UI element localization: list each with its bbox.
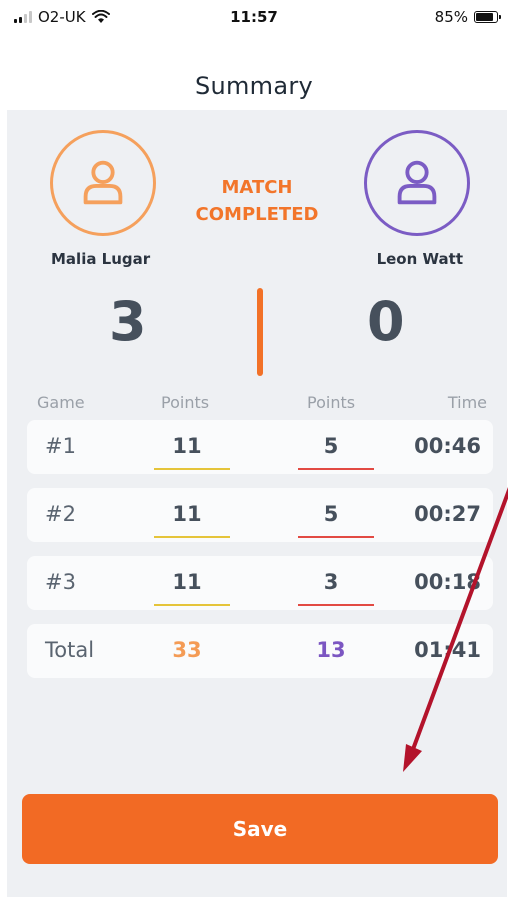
- player2-underline: [298, 468, 374, 470]
- header-p1-points: Points: [161, 393, 210, 412]
- player1-name: Malia Lugar: [51, 250, 151, 268]
- game-time: 00:46: [414, 434, 481, 458]
- table-row: #1 11 5 00:46: [27, 420, 493, 474]
- table-header: Game Points Points Time: [27, 393, 487, 415]
- game-time: 00:27: [414, 502, 481, 526]
- table-row: #3 11 3 00:18: [27, 556, 493, 610]
- header-game: Game: [37, 393, 85, 412]
- player2-name: Leon Watt: [376, 250, 463, 268]
- total-row: Total 33 13 01:41: [27, 624, 493, 678]
- save-button[interactable]: Save: [22, 794, 498, 864]
- header-p2-points: Points: [307, 393, 356, 412]
- player1-underline: [154, 604, 230, 606]
- match-status: MATCH COMPLETED: [187, 174, 327, 228]
- status-time: 11:57: [230, 8, 278, 26]
- total-label: Total: [45, 638, 95, 662]
- page-title: Summary: [194, 72, 314, 100]
- player2-total: 13: [316, 638, 346, 662]
- player1-underline: [154, 468, 230, 470]
- status-bar: O2-UK 11:57 85%: [0, 0, 508, 36]
- score-divider: [257, 288, 263, 376]
- player1-score: 3: [109, 290, 147, 353]
- battery-icon: [474, 11, 501, 23]
- player2-points: 3: [323, 570, 339, 594]
- player1-points: 11: [172, 502, 202, 526]
- game-number: #2: [45, 502, 76, 526]
- battery-percent: 85%: [434, 8, 468, 26]
- match-status-line1: MATCH: [221, 177, 293, 198]
- player1-avatar: [50, 130, 156, 236]
- status-bar-right: 85%: [434, 8, 501, 26]
- total-time: 01:41: [414, 638, 481, 662]
- summary-panel: MATCH COMPLETED Malia Lugar Leon Watt 3 …: [7, 110, 507, 897]
- player2-underline: [298, 536, 374, 538]
- battery-fill: [476, 13, 493, 21]
- header-time: Time: [447, 393, 487, 412]
- player1-points: 11: [172, 434, 202, 458]
- game-time: 00:18: [414, 570, 481, 594]
- match-status-line2: COMPLETED: [195, 204, 319, 225]
- player2-avatar: [364, 130, 470, 236]
- player1-total: 33: [172, 638, 202, 662]
- game-number: #3: [45, 570, 76, 594]
- player2-points: 5: [323, 502, 339, 526]
- player2-points: 5: [323, 434, 339, 458]
- user-icon: [397, 160, 437, 205]
- player2-score: 0: [367, 290, 405, 353]
- user-icon: [83, 160, 123, 205]
- player2-underline: [298, 604, 374, 606]
- game-number: #1: [45, 434, 76, 458]
- player1-points: 11: [172, 570, 202, 594]
- table-row: #2 11 5 00:27: [27, 488, 493, 542]
- player1-underline: [154, 536, 230, 538]
